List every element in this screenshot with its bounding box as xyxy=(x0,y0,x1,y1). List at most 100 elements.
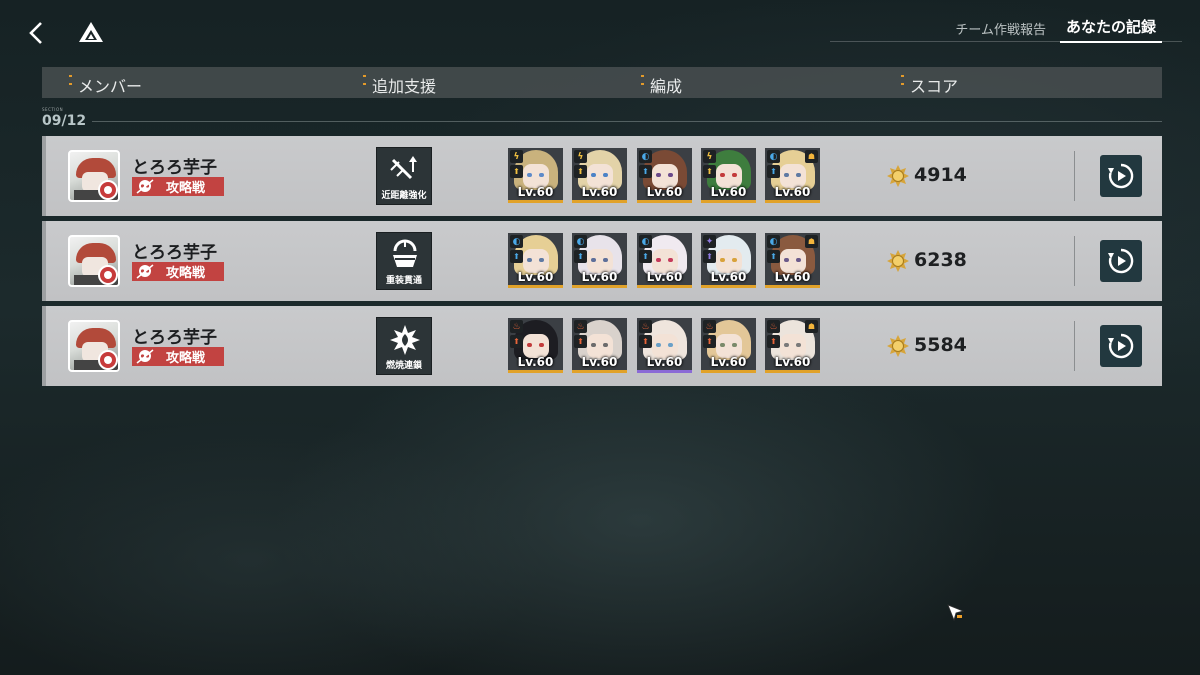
character-level: Lv.60 xyxy=(581,270,618,284)
character-level: Lv.60 xyxy=(517,270,554,284)
character-level: Lv.60 xyxy=(710,185,747,199)
water-element-icon: ◐ xyxy=(510,235,523,248)
character-level: Lv.60 xyxy=(646,355,683,369)
fire-element-icon: ♨ xyxy=(639,320,652,333)
player-rank-badge-icon xyxy=(98,180,118,200)
wind-element-icon: ✦ xyxy=(703,235,716,248)
water-element-icon: ◐ xyxy=(639,235,652,248)
fire-element-icon: ♨ xyxy=(510,320,523,333)
class-icon: ⬆ xyxy=(703,335,716,348)
triangle-logo-icon xyxy=(79,22,103,42)
character-card[interactable]: ◐ ⬆ Lv.60 xyxy=(572,233,627,288)
replay-button[interactable] xyxy=(1100,155,1142,197)
replay-icon xyxy=(1108,333,1134,359)
player-rank-badge-icon xyxy=(98,350,118,370)
score-value: 4914 xyxy=(914,164,967,186)
header-support: 追加支援 xyxy=(362,73,436,97)
header-member: メンバー xyxy=(68,73,142,97)
class-icon: ⬆ xyxy=(767,165,780,178)
header-formation: 編成 xyxy=(640,73,682,97)
character-level: Lv.60 xyxy=(517,185,554,199)
score-value: 5584 xyxy=(914,334,967,356)
character-card[interactable]: ◐ ⬆ Lv.60 xyxy=(508,233,563,288)
support-label: 近距離強化 xyxy=(381,191,427,201)
character-level: Lv.60 xyxy=(646,270,683,284)
character-card[interactable]: ◐ ⬆ Lv.60 xyxy=(637,148,692,203)
character-card[interactable]: ϟ ⬆ Lv.60 xyxy=(572,148,627,203)
support-label: 重装貫通 xyxy=(385,276,422,286)
header-score: スコア xyxy=(900,73,958,97)
tab-team-report[interactable]: チーム作戦報告 xyxy=(955,19,1046,43)
character-card[interactable]: ♨ ⬆ Lv.60 xyxy=(572,318,627,373)
replay-icon xyxy=(1108,163,1134,189)
mode-label: 攻略戦 xyxy=(166,351,206,366)
class-icon: ⬆ xyxy=(703,165,716,178)
fire-element-icon: ♨ xyxy=(574,320,587,333)
water-element-icon: ◐ xyxy=(767,150,780,163)
class-icon: ⬆ xyxy=(574,165,587,178)
player-name: とろろ芋子 xyxy=(132,158,217,178)
section-divider xyxy=(92,121,1162,122)
mode-badge: 攻略戦 xyxy=(132,177,224,196)
squad-icon: ☗ xyxy=(805,320,818,333)
burn-chain-icon[interactable]: 燃焼連鎖 xyxy=(376,317,432,375)
fire-element-icon: ♨ xyxy=(703,320,716,333)
mode-badge: 攻略戦 xyxy=(132,347,224,366)
score-medal-icon xyxy=(887,250,909,272)
score-value: 6238 xyxy=(914,249,967,271)
character-level: Lv.60 xyxy=(581,355,618,369)
section-caption: SECTION xyxy=(42,107,64,112)
class-icon: ⬆ xyxy=(639,335,652,348)
skull-icon xyxy=(136,179,154,194)
heavy-pierce-icon[interactable]: 重装貫通 xyxy=(376,232,432,290)
close-range-boost-icon[interactable]: 近距離強化 xyxy=(376,147,432,205)
replay-button[interactable] xyxy=(1100,325,1142,367)
class-icon: ⬆ xyxy=(767,250,780,263)
character-card[interactable]: ϟ ⬆ Lv.60 xyxy=(701,148,756,203)
top-divider xyxy=(830,41,1182,42)
electric-element-icon: ϟ xyxy=(510,150,523,163)
character-card[interactable]: ♨ ⬆ Lv.60 xyxy=(701,318,756,373)
fire-element-icon: ♨ xyxy=(767,320,780,333)
character-card[interactable]: ♨ ⬆ Lv.60 xyxy=(637,318,692,373)
skull-icon xyxy=(136,264,154,279)
class-icon: ⬆ xyxy=(703,250,716,263)
water-element-icon: ◐ xyxy=(574,235,587,248)
character-card[interactable]: ◐ ⬆ Lv.60 xyxy=(637,233,692,288)
row-divider xyxy=(1074,236,1075,286)
class-icon: ⬆ xyxy=(510,250,523,263)
class-icon: ⬆ xyxy=(574,335,587,348)
character-card[interactable]: ◐ ⬆ ☗ Lv.60 xyxy=(765,233,820,288)
mode-label: 攻略戦 xyxy=(166,181,206,196)
class-icon: ⬆ xyxy=(510,335,523,348)
score-medal-icon xyxy=(887,335,909,357)
class-icon: ⬆ xyxy=(510,165,523,178)
character-card[interactable]: ♨ ⬆ ☗ Lv.60 xyxy=(765,318,820,373)
squad-icon: ☗ xyxy=(805,235,818,248)
record-row: とろろ芋子 攻略戦 近距離強化 ϟ ⬆ Lv.60 ϟ ⬆ Lv.60 ◐ ⬆ Lv.60 ϟ ⬆ Lv.6… xyxy=(42,136,1162,216)
back-button[interactable] xyxy=(22,18,50,48)
water-element-icon: ◐ xyxy=(767,235,780,248)
skull-icon xyxy=(136,349,154,364)
character-card[interactable]: ϟ ⬆ Lv.60 xyxy=(508,148,563,203)
character-card[interactable]: ✦ ⬆ Lv.60 xyxy=(701,233,756,288)
character-level: Lv.60 xyxy=(774,355,811,369)
record-row: とろろ芋子 攻略戦 重装貫通 ◐ ⬆ Lv.60 ◐ ⬆ Lv.60 ◐ ⬆ Lv.60 ✦ ⬆ Lv.60… xyxy=(42,221,1162,301)
mode-label: 攻略戦 xyxy=(166,266,206,281)
replay-button[interactable] xyxy=(1100,240,1142,282)
character-card[interactable]: ♨ ⬆ Lv.60 xyxy=(508,318,563,373)
character-card[interactable]: ◐ ⬆ ☗ Lv.60 xyxy=(765,148,820,203)
mode-badge: 攻略戦 xyxy=(132,262,224,281)
table-header: メンバー 追加支援 編成 スコア xyxy=(42,67,1162,98)
water-element-icon: ◐ xyxy=(639,150,652,163)
row-divider xyxy=(1074,321,1075,371)
class-icon: ⬆ xyxy=(767,335,780,348)
replay-icon xyxy=(1108,248,1134,274)
squad-icon: ☗ xyxy=(805,150,818,163)
class-icon: ⬆ xyxy=(639,250,652,263)
character-level: Lv.60 xyxy=(517,355,554,369)
cursor-icon xyxy=(947,604,965,622)
tab-your-record[interactable]: あなたの記録 xyxy=(1059,16,1162,43)
player-name: とろろ芋子 xyxy=(132,243,217,263)
character-level: Lv.60 xyxy=(646,185,683,199)
